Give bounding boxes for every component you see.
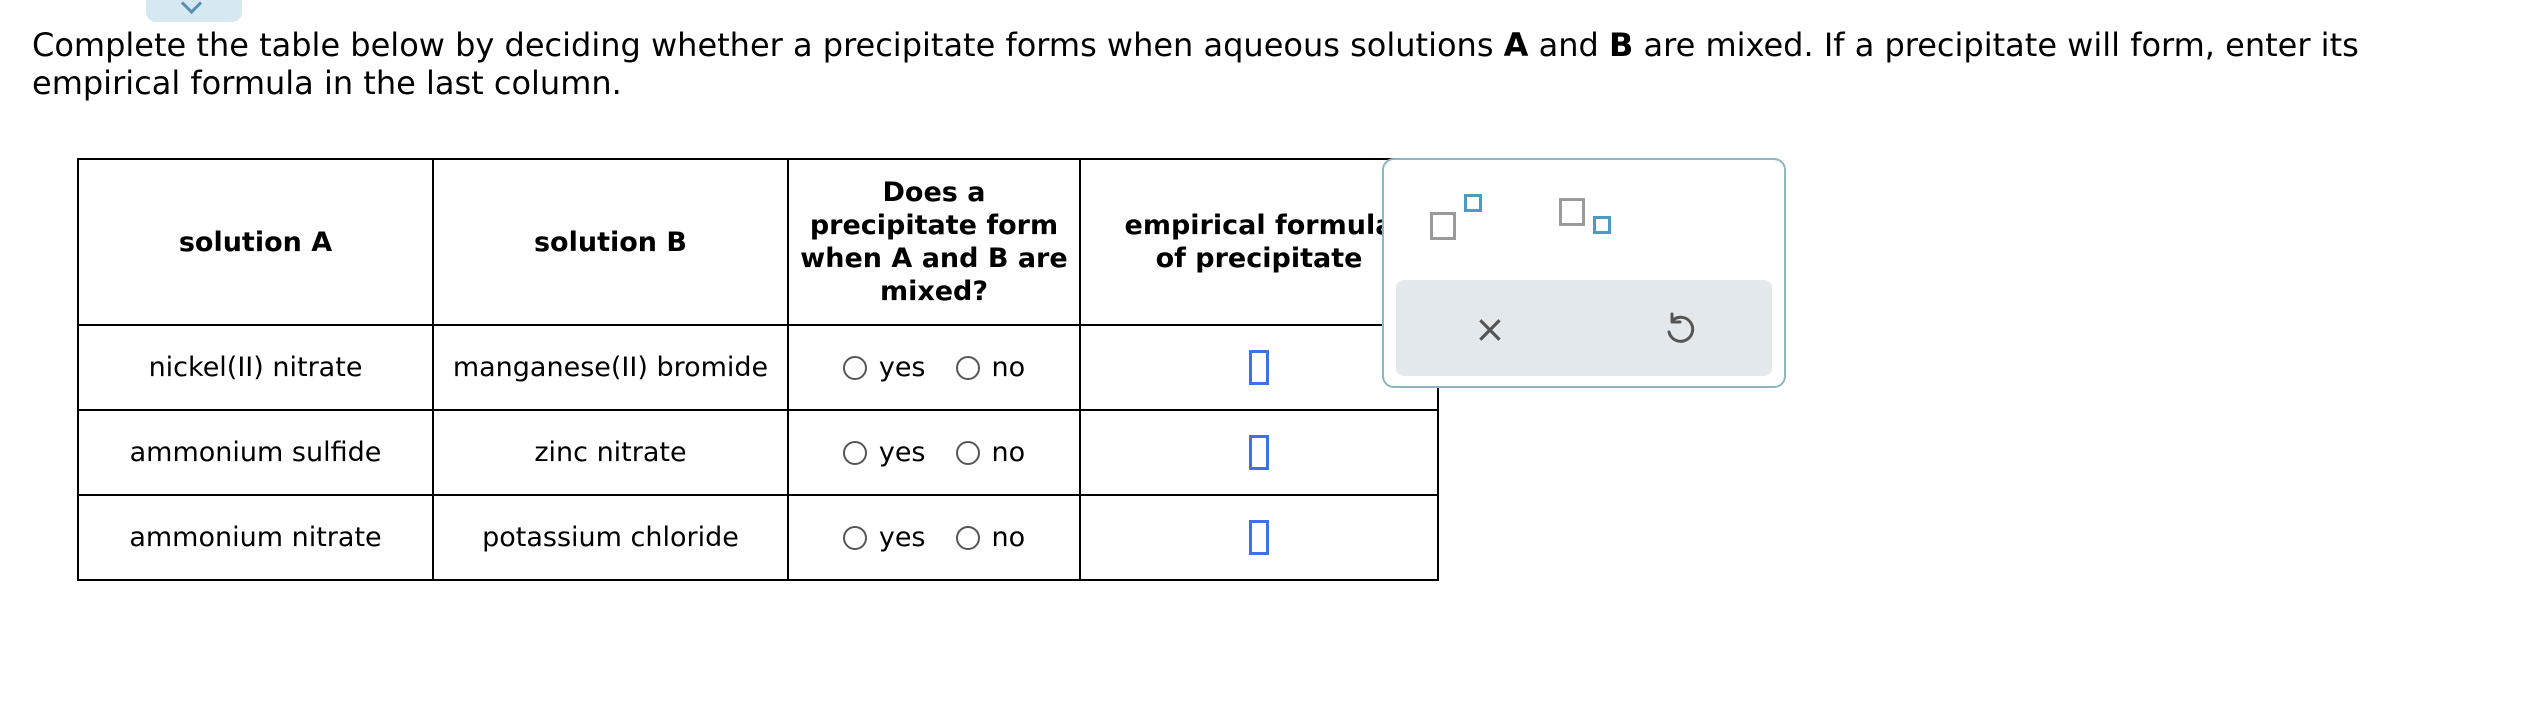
precipitate-table: solution A solution B Does a precipitate… <box>77 158 1439 581</box>
radio-yes-label: yes <box>878 522 926 553</box>
subscript-index-box <box>1593 216 1611 234</box>
radio-yes[interactable]: yes <box>842 522 926 553</box>
table-row: ammonium sulfide zinc nitrate yes no <box>77 409 1439 496</box>
radio-yes-circle[interactable] <box>842 440 867 465</box>
instructions-text: Complete the table below by deciding whe… <box>32 26 2502 102</box>
cell-solution-b: potassium chloride <box>432 494 789 581</box>
tool-action-bar: × <box>1396 280 1772 376</box>
formula-input[interactable] <box>1249 350 1269 385</box>
radio-no-circle[interactable] <box>955 440 980 465</box>
undo-icon[interactable] <box>1660 310 1698 348</box>
radio-no[interactable]: no <box>955 522 1026 553</box>
close-icon[interactable]: × <box>1474 310 1506 348</box>
radio-no-label: no <box>991 352 1026 383</box>
radio-no[interactable]: no <box>955 437 1026 468</box>
radio-no-circle[interactable] <box>955 355 980 380</box>
radio-no-label: no <box>991 522 1026 553</box>
cell-solution-a: ammonium nitrate <box>77 494 434 581</box>
cell-solution-a: ammonium sulfide <box>77 409 434 496</box>
table-header-row: solution A solution B Does a precipitate… <box>77 158 1439 326</box>
radio-yes-circle[interactable] <box>842 355 867 380</box>
radio-yes-label: yes <box>878 437 926 468</box>
formula-input[interactable] <box>1249 520 1269 555</box>
radio-no[interactable]: no <box>955 352 1026 383</box>
cell-solution-b: manganese(II) bromide <box>432 324 789 411</box>
radio-yes-label: yes <box>878 352 926 383</box>
header-solution-a: solution A <box>77 158 434 326</box>
instructions-bold-a: A <box>1503 26 1529 64</box>
radio-yes[interactable]: yes <box>842 352 926 383</box>
cell-solution-a: nickel(II) nitrate <box>77 324 434 411</box>
superscript-icon[interactable] <box>1430 194 1490 244</box>
header-solution-b: solution B <box>432 158 789 326</box>
radio-yes-circle[interactable] <box>842 525 867 550</box>
undo-icon-svg <box>1667 312 1695 343</box>
chevron-down-icon <box>180 0 203 15</box>
superscript-base-box <box>1430 212 1456 240</box>
cell-solution-b: zinc nitrate <box>432 409 789 496</box>
cell-precipitate-choice: yes no <box>787 494 1081 581</box>
radio-no-label: no <box>991 437 1026 468</box>
collapse-tab[interactable] <box>146 0 242 22</box>
superscript-exponent-box <box>1464 194 1482 212</box>
table-row: ammonium nitrate potassium chloride yes … <box>77 494 1439 581</box>
radio-yes[interactable]: yes <box>842 437 926 468</box>
cell-precipitate-choice: yes no <box>787 409 1081 496</box>
formula-tool-panel: × <box>1382 158 1786 388</box>
table-row: nickel(II) nitrate manganese(II) bromide… <box>77 324 1439 411</box>
subscript-base-box <box>1559 198 1585 226</box>
subscript-icon[interactable] <box>1559 194 1619 244</box>
instructions-bold-b: B <box>1608 26 1634 64</box>
radio-no-circle[interactable] <box>955 525 980 550</box>
cell-precipitate-choice: yes no <box>787 324 1081 411</box>
formula-input[interactable] <box>1249 435 1269 470</box>
cell-formula <box>1079 494 1439 581</box>
instructions-part2: and <box>1528 26 1609 64</box>
cell-formula <box>1079 409 1439 496</box>
header-precipitate-question: Does a precipitate form when A and B are… <box>787 158 1081 326</box>
instructions-part1: Complete the table below by deciding whe… <box>32 26 1504 64</box>
